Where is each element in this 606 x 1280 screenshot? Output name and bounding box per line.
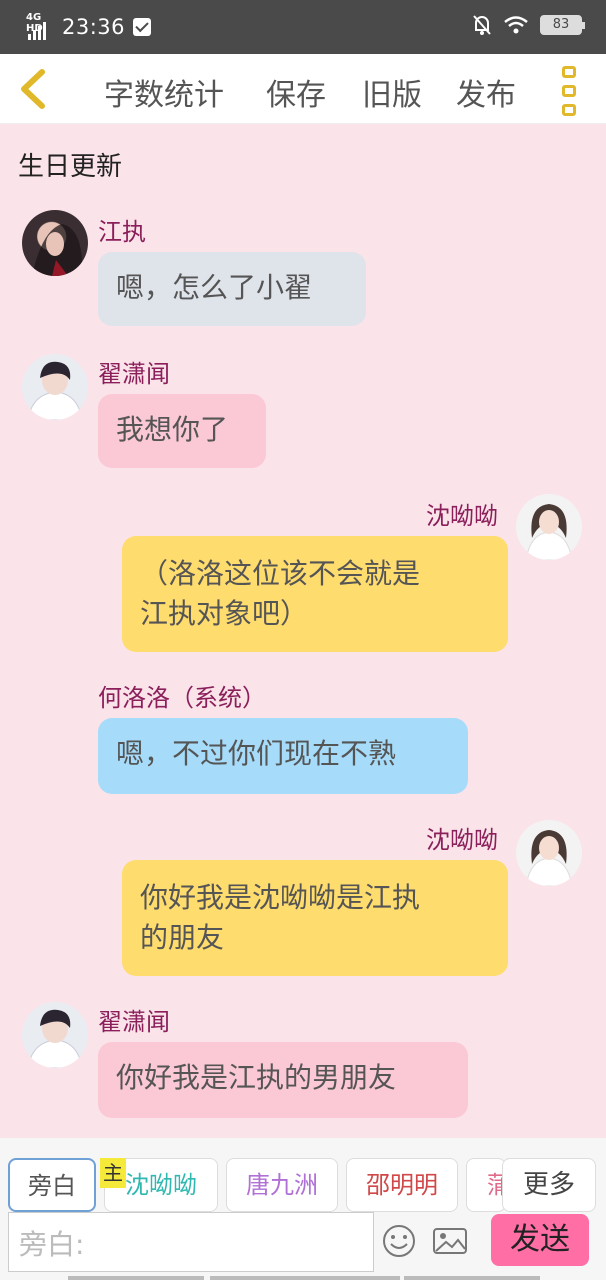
speaker-name: 沈呦呦 [426, 826, 498, 854]
message-line: 你好我是沈呦呦是江执 [140, 881, 421, 914]
signal-icon: 4G HD [26, 12, 54, 42]
avatar[interactable] [22, 1002, 88, 1068]
speaker-name: 江执 [98, 218, 146, 246]
speaker-name: 沈呦呦 [426, 502, 498, 530]
notification-icon [133, 18, 152, 36]
emoji-icon[interactable] [382, 1224, 416, 1258]
avatar[interactable] [516, 820, 582, 886]
back-chevron-icon[interactable] [14, 66, 54, 112]
avatar[interactable] [22, 210, 88, 276]
host-badge: 主 [100, 1158, 126, 1188]
message-input[interactable]: 旁白: [8, 1212, 374, 1272]
message-line: （洛洛这位该不会就是 [140, 557, 421, 590]
old-version-button[interactable]: 旧版 [362, 70, 422, 114]
nav-indicator [404, 1276, 540, 1280]
message-bubble[interactable]: 我想你了 [98, 394, 266, 468]
top-nav: 字数统计 保存 旧版 发布 [0, 54, 606, 124]
save-button[interactable]: 保存 [266, 70, 326, 114]
message-bubble[interactable]: 嗯，怎么了小翟 [98, 252, 366, 326]
role-narration-button[interactable]: 旁白 [8, 1158, 96, 1212]
more-roles-button[interactable]: 更多 [502, 1158, 596, 1212]
message-bubble[interactable]: 你好我是江执的男朋友 [98, 1042, 468, 1118]
avatar[interactable] [516, 494, 582, 560]
role-tangjiuzhou-button[interactable]: 唐九洲 [226, 1158, 338, 1212]
message-line: 江执对象吧） [140, 597, 309, 630]
message-bubble[interactable]: 嗯，不过你们现在不熟 [98, 718, 468, 794]
role-shaomingming-button[interactable]: 邵明明 [346, 1158, 458, 1212]
wifi-icon [504, 16, 528, 34]
clock: 23:36 [62, 15, 126, 39]
speaker-name: 何洛洛（系统） [98, 684, 266, 712]
message-bubble[interactable]: 你好我是沈呦呦是江执 的朋友 [122, 860, 508, 976]
status-bar: 4G HD 23:36 83 [0, 0, 606, 54]
role-partial-button[interactable]: 蒲 [466, 1158, 506, 1212]
battery-level: 83 [552, 17, 570, 32]
image-icon[interactable] [432, 1224, 468, 1258]
avatar[interactable] [22, 354, 88, 420]
message-bubble[interactable]: （洛洛这位该不会就是 江执对象吧） [122, 536, 508, 652]
bell-off-icon [473, 15, 491, 35]
word-count-button[interactable]: 字数统计 [104, 70, 224, 114]
nav-indicator [68, 1276, 204, 1280]
more-menu-icon[interactable] [562, 66, 584, 116]
speaker-name: 翟潇闻 [98, 1008, 170, 1036]
publish-button[interactable]: 发布 [456, 70, 516, 114]
send-button[interactable]: 发送 [491, 1214, 589, 1266]
nav-indicator [210, 1276, 400, 1280]
chapter-title: 生日更新 [18, 152, 123, 182]
message-line: 的朋友 [140, 921, 225, 954]
composer-bar: 旁白 沈呦呦 主 唐九洲 邵明明 蒲 更多 旁白: 发送 [0, 1138, 606, 1280]
battery-icon: 83 [540, 15, 585, 35]
speaker-name: 翟潇闻 [98, 360, 170, 388]
